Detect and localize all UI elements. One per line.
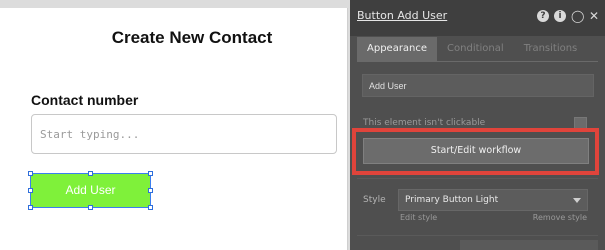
not-clickable-checkbox[interactable] bbox=[574, 117, 587, 129]
info-icon[interactable]: i bbox=[554, 10, 566, 22]
chevron-down-icon bbox=[573, 198, 581, 203]
element-name-field[interactable] bbox=[362, 74, 594, 97]
close-icon[interactable]: ✕ bbox=[588, 10, 600, 22]
editor-tabs: Appearance Conditional Transitions bbox=[357, 37, 598, 61]
property-editor: Button Add User ? i ◯ ✕ Appearance Condi… bbox=[350, 0, 605, 250]
tab-conditional[interactable]: Conditional bbox=[437, 37, 514, 61]
style-label: Style bbox=[363, 195, 386, 205]
divider bbox=[357, 178, 598, 179]
style-select-value: Primary Button Light bbox=[405, 195, 499, 205]
tab-divider bbox=[357, 61, 598, 62]
divider-bottom bbox=[357, 235, 598, 236]
style-select[interactable]: Primary Button Light bbox=[398, 189, 588, 211]
tab-transitions[interactable]: Transitions bbox=[514, 37, 588, 61]
comment-icon[interactable]: ◯ bbox=[571, 10, 584, 22]
page-canvas: Create New Contact Contact number Add Us… bbox=[0, 8, 348, 250]
editor-header: Button Add User ? i ◯ ✕ bbox=[350, 0, 605, 36]
help-icon[interactable]: ? bbox=[537, 10, 549, 22]
start-edit-workflow-button[interactable]: Start/Edit workflow bbox=[363, 138, 589, 164]
editor-title[interactable]: Button Add User bbox=[357, 9, 447, 22]
tab-appearance[interactable]: Appearance bbox=[357, 37, 438, 61]
page-title: Create New Contact bbox=[111, 28, 273, 47]
contact-number-input[interactable] bbox=[31, 114, 337, 154]
header-icons: ? i ◯ ✕ bbox=[537, 10, 600, 22]
not-clickable-label: This element isn't clickable bbox=[363, 118, 486, 128]
remove-style-link[interactable]: Remove style bbox=[533, 213, 587, 222]
contact-number-label: Contact number bbox=[31, 92, 139, 108]
add-user-button[interactable]: Add User bbox=[31, 174, 150, 207]
edit-style-link[interactable]: Edit style bbox=[400, 213, 437, 222]
next-field-cutoff bbox=[460, 240, 598, 250]
